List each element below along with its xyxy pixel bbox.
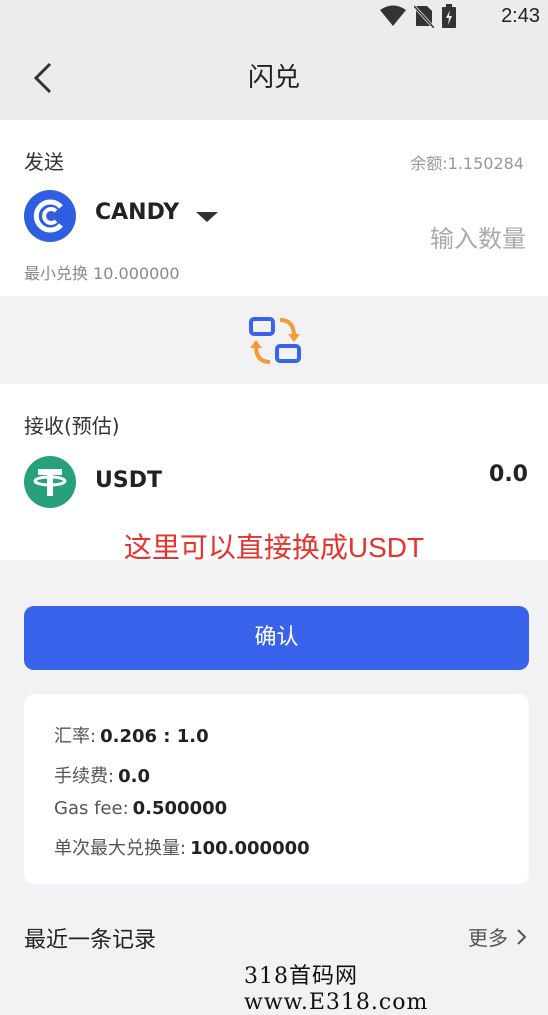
receive-amount: 0.0 (489, 462, 528, 487)
no-sim-icon (414, 4, 434, 28)
nav-bar: 闪兑 (0, 32, 548, 120)
recent-record-title: 最近一条记录 (24, 928, 157, 953)
gas-row: Gas fee: 0.500000 (54, 798, 227, 819)
exchange-info-card: 汇率: 0.206 : 1.0 手续费: 0.0 Gas fee: 0.500000 … (24, 694, 529, 884)
max-row: 单次最大兑换量: 100.000000 (54, 834, 310, 860)
rate-label: 汇率: (54, 726, 97, 747)
rate-row: 汇率: 0.206 : 1.0 (54, 722, 209, 748)
amount-input[interactable] (324, 220, 528, 258)
battery-icon (442, 4, 456, 28)
receive-coin-name: USDT (95, 468, 162, 493)
rate-value: 0.206 : 1.0 (100, 726, 209, 747)
balance-text: 余额:1.150284 (410, 154, 524, 173)
swap-icon (249, 317, 301, 364)
swap-button[interactable] (246, 314, 304, 368)
status-time: 2:43 (501, 5, 540, 27)
send-section: 发送 余额:1.150284 CANDY 最小兑换 10.000000 (0, 120, 548, 296)
receive-section: 接收(预估) USDT 0.0 这里可以直接换成USDT (0, 384, 548, 563)
fee-label: 手续费: (54, 766, 115, 787)
more-label: 更多 (468, 926, 508, 950)
wifi-icon (380, 5, 406, 26)
fee-row: 手续费: 0.0 (54, 762, 150, 788)
page-title: 闪兑 (247, 63, 300, 93)
min-exchange-text: 最小兑换 10.000000 (24, 264, 180, 283)
status-bar: 2:43 (0, 0, 548, 32)
max-value: 100.000000 (190, 838, 310, 859)
status-icons (380, 4, 456, 28)
watermark: 318首码网 www.E318.com (244, 964, 429, 1015)
confirm-button[interactable]: 确认 (24, 606, 529, 670)
send-coin-selector[interactable]: CANDY (95, 200, 179, 225)
receive-label: 接收(预估) (24, 414, 120, 438)
send-label: 发送 (24, 150, 64, 174)
gas-value: 0.500000 (132, 798, 228, 819)
fee-value: 0.0 (118, 766, 150, 787)
chevron-right-icon (517, 928, 527, 945)
usdt-coin-icon (24, 456, 76, 508)
gas-label: Gas fee: (54, 798, 129, 819)
caret-down-icon[interactable] (196, 212, 218, 222)
max-label: 单次最大兑换量: (54, 838, 187, 859)
candy-coin-icon[interactable] (24, 190, 76, 242)
more-link[interactable]: 更多 (468, 922, 528, 951)
annotation-text: 这里可以直接换成USDT (123, 532, 425, 563)
